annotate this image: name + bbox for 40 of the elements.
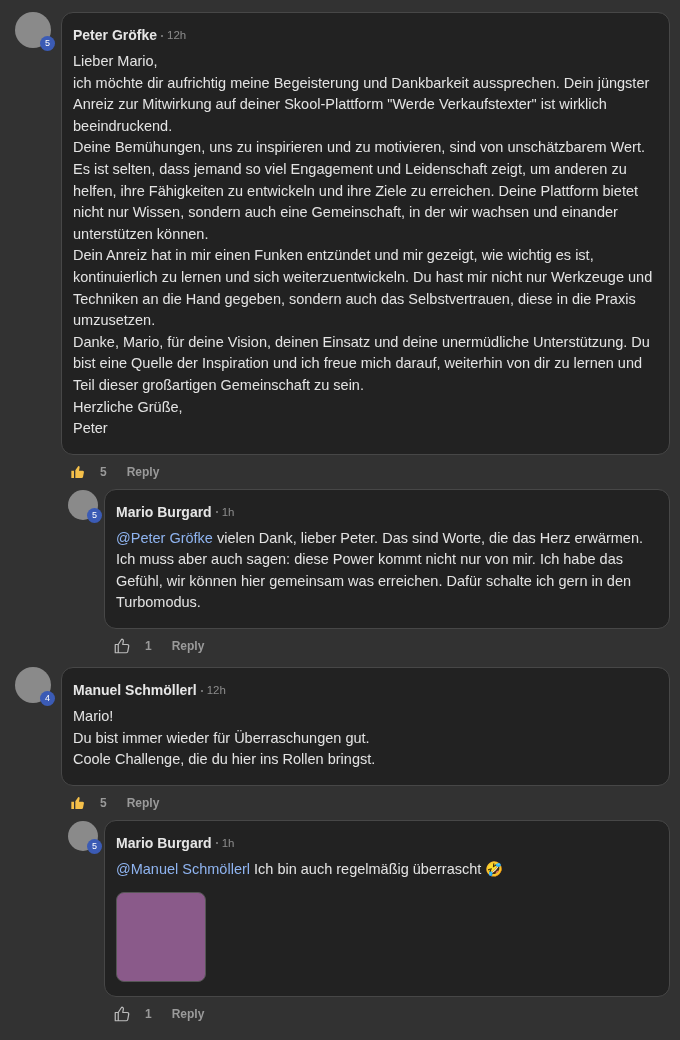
comment-text: Peter	[73, 419, 109, 439]
thumbs-up-icon[interactable]	[113, 637, 131, 656]
reply-button[interactable]: Reply	[171, 637, 205, 656]
author-name[interactable]: Mario Burgard	[116, 832, 212, 854]
reply-button[interactable]: Reply	[126, 462, 160, 481]
comment-text: Lieber Mario,	[73, 52, 159, 71]
post-time: 1h	[221, 835, 235, 851]
author-name[interactable]: Manuel Schmöllerl	[73, 680, 197, 702]
like-count: 5	[100, 463, 107, 481]
avatar-photo-placeholder[interactable]	[15, 12, 51, 48]
comment-text: Mario!	[73, 707, 115, 727]
author-name[interactable]: Peter Gröfke	[73, 25, 158, 46]
comment-text: Danke, Mario, für deine Vision, deinen Einsatz und deine unermüdliche Unterstützung. Du bist eine Quelle der Inspiration und ich freue mich darauf, weiterhin von dir zu lernen und Teil dieser großartigen Gemeinschaft zu sein.	[73, 332, 651, 395]
thumbs-up-icon[interactable]	[113, 1005, 131, 1024]
post-time: 12h	[206, 682, 226, 698]
mention-link[interactable]: @Peter Gröfke	[116, 529, 213, 546]
avatar-photo-placeholder[interactable]	[15, 667, 51, 704]
post-time: 1h	[221, 504, 235, 520]
comment-text: Du bist immer wieder für Überraschungen gut.	[73, 728, 371, 748]
comment-text: Coole Challenge, die du hier ins Rollen bringst.	[73, 750, 377, 770]
thumbs-up-icon[interactable]	[70, 463, 86, 480]
level-badge: 4	[40, 691, 55, 707]
comment-text: Dein Anreiz hat in mir einen Funken entzündet und mir gezeigt, wie wichtig es ist, kontinuierlich zu lernen und sich weiterzuentwickeln. Du hast mir nicht nur Werkzeuge und Techniken an die Hand gegeben, sondern auch das Selbstvertrauen, diese in die Praxis umzusetzen.	[73, 246, 654, 331]
avatar-photo-placeholder[interactable]	[68, 820, 98, 851]
reply-button[interactable]: Reply	[171, 1005, 205, 1024]
avatar-photo-placeholder[interactable]	[68, 489, 98, 520]
like-count: 5	[100, 794, 107, 812]
author-name[interactable]: Mario Burgard	[116, 501, 212, 523]
comment-text: Deine Bemühungen, uns zu inspirieren und zu motivieren, sind von unschätzbarem Wert. Es ist selten, dass jemand so viel Engagement und Leidenschaft zeigt, um anderen zu helfen, ihre Fähigkeiten zu entwickeln und ihre Ziele zu erreichen. Deine Plattform bietet nicht nur Wissen, sondern auch eine Gemeinschaft, in der wir wachsen und einander unterstützen können.	[73, 138, 646, 244]
thumbs-up-icon[interactable]	[70, 794, 86, 811]
like-count: 1	[145, 1006, 152, 1024]
mention-link[interactable]: @Manuel Schmöllerl	[116, 860, 250, 877]
reply-text: @Manuel Schmöllerl Ich bin auch regelmäßig überrascht 🤣	[116, 859, 505, 879]
comment-text: Herzliche Grüße,	[73, 397, 184, 417]
reply-text: @Peter Gröfke vielen Dank, lieber Peter. Das sind Worte, die das Herz erwärmen. Ich muss aber auch sagen: diese Power kommt nicht nur von mir. Ich habe das Gefühl, wir können hier gemeinsam was erreichen. Dafür schalte ich gern in den Turbomodus.	[116, 528, 644, 613]
comment-text: ich möchte dir aufrichtig meine Begeisterung und Dankbarkeit aussprechen. Dein jüngster Anreiz zur Mitwirkung auf deiner Skool-Plattform "Werde Verkaufstexter" ist wirklich beeindruckend.	[73, 73, 651, 136]
level-badge: 5	[40, 36, 55, 51]
post-time: 12h	[167, 27, 187, 43]
reply-button[interactable]: Reply	[126, 793, 160, 812]
like-count: 1	[145, 638, 152, 656]
